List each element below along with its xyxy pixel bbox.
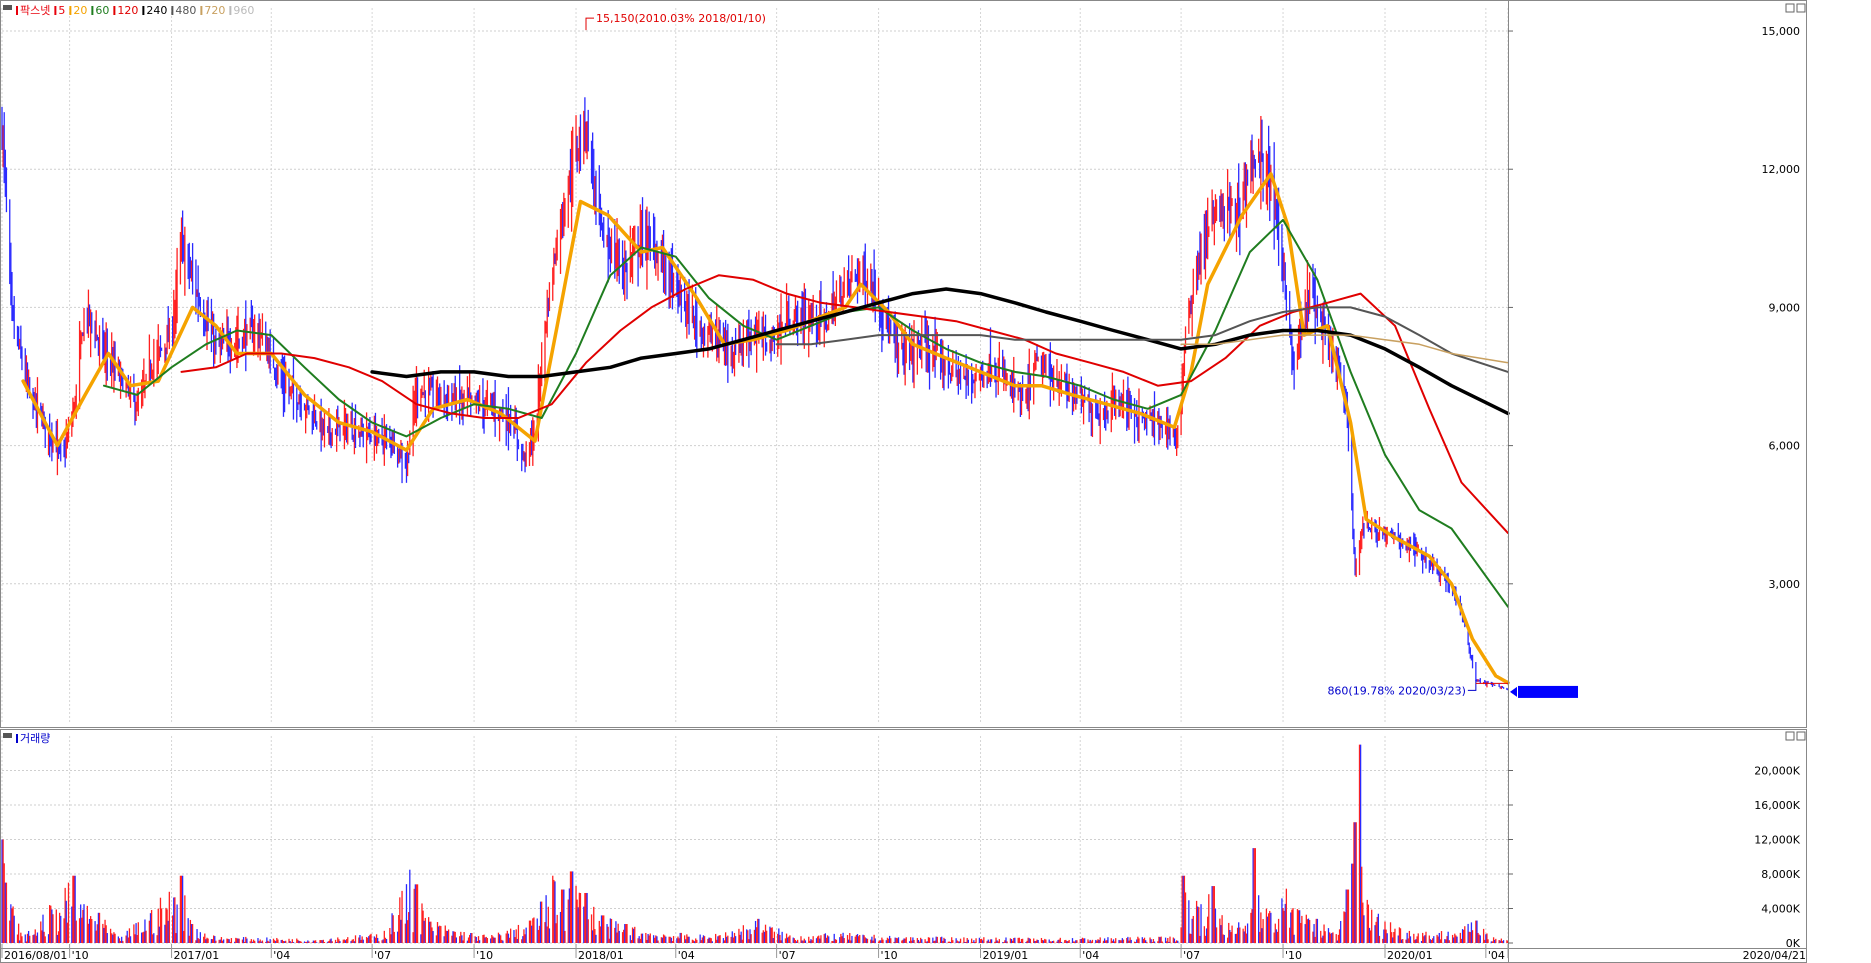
volume-tick-label: 8,000K	[1761, 868, 1800, 881]
y-axis: 15,000 12,000 9,000 6,000 3,000 20,000K 16,000…	[1508, 25, 1801, 950]
x-tick-label: 2017/01	[174, 949, 220, 962]
x-tick-label: 2020/04/21	[1743, 949, 1806, 962]
legend-item: 120	[117, 4, 138, 17]
legend-item: 60	[95, 4, 109, 17]
current-value-arrow	[1510, 686, 1517, 697]
legend-swatch	[69, 6, 72, 15]
high-marker	[585, 17, 595, 31]
legend-item: 20	[73, 4, 87, 17]
legend-swatch	[113, 6, 116, 15]
y-tick-label: 6,000	[1769, 440, 1801, 453]
volume-tick-label: 4,000K	[1761, 903, 1800, 916]
x-tick-label: '04	[1488, 949, 1505, 962]
legend-item: 5	[58, 4, 65, 17]
x-tick-label: 2019/01	[983, 949, 1029, 962]
grid	[1, 8, 1509, 944]
x-tick-label: '04	[273, 949, 290, 962]
legend-swatch	[54, 6, 57, 15]
ma-line-20	[21, 172, 1510, 685]
legend-item: 거래량	[20, 732, 50, 745]
legend-item: 팍스넷	[20, 4, 50, 17]
low-annotation: 860(19.78% 2020/03/23)	[1327, 684, 1465, 697]
legend-item: 480	[175, 4, 196, 17]
low-marker	[1467, 680, 1477, 691]
y-tick-label: 15,000	[1762, 25, 1801, 38]
x-tick-label: '07	[1183, 949, 1200, 962]
panel-control-icon	[1785, 731, 1795, 741]
x-tick-label: '10	[476, 949, 493, 962]
legend: 팍스넷 5 20 60 120 240 480 720 960 거래량	[3, 4, 254, 745]
panel-menu-icon	[3, 5, 12, 10]
current-value-label: 718	[1779, 686, 1800, 699]
price-bars	[1, 97, 1509, 691]
x-tick-label: 2020/01	[1387, 949, 1433, 962]
y-tick-label: 9,000	[1769, 301, 1801, 314]
x-tick-label: '04	[1082, 949, 1099, 962]
stock-chart: 15,000 12,000 9,000 6,000 3,000 20,000K 16,000…	[0, 0, 1807, 963]
y-tick-label: 12,000	[1762, 163, 1801, 176]
legend-swatch	[16, 6, 18, 15]
panel-control-icon	[1796, 3, 1806, 13]
legend-swatch	[200, 6, 203, 15]
legend-swatch	[142, 6, 145, 15]
x-tick-label: '10	[881, 949, 898, 962]
legend-swatch	[16, 734, 18, 743]
volume-bars	[1, 744, 1509, 943]
volume-tick-label: 20,000K	[1754, 765, 1800, 778]
x-tick-label: '04	[678, 949, 695, 962]
volume-tick-label: 12,000K	[1754, 834, 1800, 847]
y-tick-label: 3,000	[1769, 578, 1801, 591]
legend-item: 240	[146, 4, 167, 17]
volume-tick-label: 16,000K	[1754, 799, 1800, 812]
x-tick-label: 2018/01	[578, 949, 624, 962]
legend-swatch	[171, 6, 174, 15]
panel-control-icon	[1785, 3, 1795, 13]
panel-control-icon	[1796, 731, 1806, 741]
legend-item: 720	[204, 4, 225, 17]
legend-swatch	[91, 6, 94, 15]
x-tick-label: '10	[1285, 949, 1302, 962]
x-tick-label: '10	[72, 949, 89, 962]
x-tick-label: '07	[374, 949, 391, 962]
x-tick-label: 2016/08/01	[4, 949, 67, 962]
legend-item: 960	[233, 4, 254, 17]
high-annotation: 15,150(2010.03% 2018/01/10)	[596, 12, 766, 25]
current-value-box	[1518, 685, 1578, 698]
moving-average-lines	[21, 172, 1510, 685]
x-axis: 2016/08/01 '10 2017/01 '04 '07 '10 2018/01 '04 '…	[1, 944, 1806, 962]
x-tick-label: '07	[779, 949, 796, 962]
legend-swatch	[229, 6, 232, 15]
panel-menu-icon	[3, 733, 12, 738]
